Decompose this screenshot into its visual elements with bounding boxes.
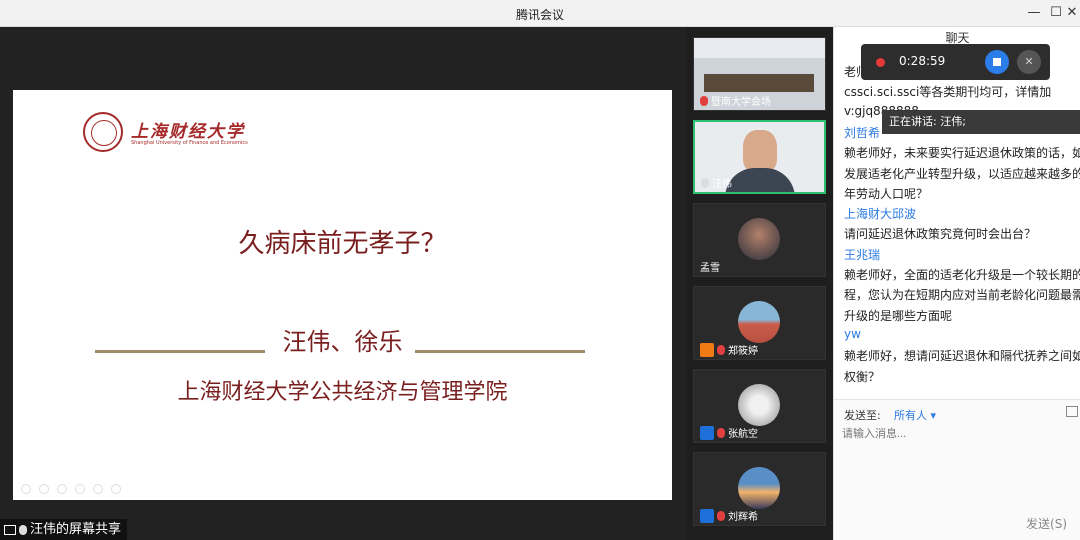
chat-message-line: 赖老师好，全面的适老化升级是一个较长期的过 [844,268,1080,282]
mic-icon [701,177,709,188]
participant-tile[interactable]: 刘辉希 [693,452,826,526]
chat-message-line: 年劳动人口呢？ [844,186,929,201]
avatar [738,467,780,509]
chat-message-line: 权衡？ [844,369,881,384]
recording-time: 0:28:59 [899,54,946,68]
slide-title: 久病床前无孝子？ [238,229,447,259]
chat-sender: 王兆瑞 [844,247,881,262]
participant-tile[interactable]: 郑筱婷 [693,286,826,360]
chat-message-line: 程，您认为在短期内应对当前老龄化问题最需要 [844,288,1080,303]
mic-icon [717,427,725,438]
chat-message-line: cssci.sci.ssci等各类期刊均可，详情加 [844,85,1052,100]
send-button[interactable]: 发送(S) [1026,515,1067,532]
participants-panel: 暨南大学会场 汪伟 孟雪 郑筱婷 张航空 刘辉希 [686,27,833,540]
chat-input[interactable] [842,425,1067,443]
participant-tile[interactable]: 孟雪 [693,203,826,277]
screen-share-label: 汪伟的屏幕共享 [0,519,128,540]
stop-recording-button[interactable] [985,50,1009,74]
participant-tile[interactable]: 暨南大学会场 [693,37,826,111]
tool-icon[interactable] [21,484,31,494]
screen-share-icon [4,524,16,535]
tool-icon[interactable] [93,484,103,494]
chat-message-line: 赖老师好，未来要实行延迟退休政策的话，如何 [844,146,1080,161]
chat-sender: 刘哲希 [844,125,881,140]
mic-muted-icon[interactable]: ✕ [1017,50,1041,74]
participant-name: 孟雪 [700,263,720,274]
shared-screen-area: 上海财经大学 Shanghai University of Finance an… [0,27,686,540]
avatar [738,301,780,343]
mic-icon [19,524,27,535]
user-icon [700,425,714,440]
chat-message-line: 发展适老化产业转型升级，以适应越来越多的老 [844,166,1080,181]
chat-sender: yw [844,326,861,341]
tool-icon[interactable] [75,484,85,494]
chat-panel: 聊天 老师cssci.sci.ssci等各类期刊均可，详情加v:gjq88888… [833,27,1080,540]
participant-name: 暨南大学会场 [711,97,771,108]
video-face [743,130,777,172]
recording-dot-icon [876,58,885,67]
participant-name: 郑筱婷 [728,346,758,357]
avatar [738,384,780,426]
mic-icon [717,510,725,521]
participant-name: 刘辉希 [728,512,758,523]
file-icon[interactable] [1066,406,1078,417]
chat-sender: 上海财大邱波 [844,207,917,222]
chat-message-line: 升级的是哪些方面呢 [844,308,953,323]
tool-icon[interactable] [57,484,67,494]
recording-bar: 0:28:59 ✕ [861,44,1050,80]
close-icon[interactable]: ✕ [1062,4,1080,22]
user-icon [700,342,714,357]
university-logo-english: Shanghai University of Finance and Econo… [131,140,248,146]
video-body [725,168,795,192]
window-title: 腾讯会议 [515,8,564,22]
mic-icon [700,95,708,106]
divider-right [415,350,585,353]
participant-name: 汪伟 [712,179,732,190]
slide-school: 上海财经大学公共经济与管理学院 [177,380,508,405]
video-ceiling [694,38,825,58]
chat-message-line: 请问延迟退休政策究竟何时会出台？ [844,227,1037,242]
tool-icon[interactable] [111,484,121,494]
university-logo-text: 上海财经大学 [131,122,245,142]
mic-icon [717,344,725,355]
minimize-icon[interactable]: — [1024,4,1044,22]
send-to-label: 发送至: [844,409,881,422]
user-icon [700,508,714,523]
chat-message-line: 赖老师好，想请问延迟退休和隔代抚养之间如何 [844,349,1080,364]
send-to-dropdown[interactable]: 所有人 ▾ [894,407,936,423]
screen-share-text: 汪伟的屏幕共享 [30,522,122,537]
tool-icon[interactable] [39,484,49,494]
slide-toolbar [21,484,121,494]
speaking-indicator: 正在讲话: 汪伟; [882,110,1080,134]
participant-name: 张航空 [728,429,758,440]
participant-tile[interactable]: 汪伟 [693,120,826,194]
title-bar: 腾讯会议 — ☐ ✕ [0,0,1080,27]
participant-tile[interactable]: 张航空 [693,369,826,443]
avatar [738,218,780,260]
presentation-slide: 上海财经大学 Shanghai University of Finance an… [13,90,672,500]
university-seal-icon [83,112,123,152]
video-table [704,74,814,92]
chat-footer: 发送至: 所有人 ▾ 发送(S) [834,399,1080,540]
